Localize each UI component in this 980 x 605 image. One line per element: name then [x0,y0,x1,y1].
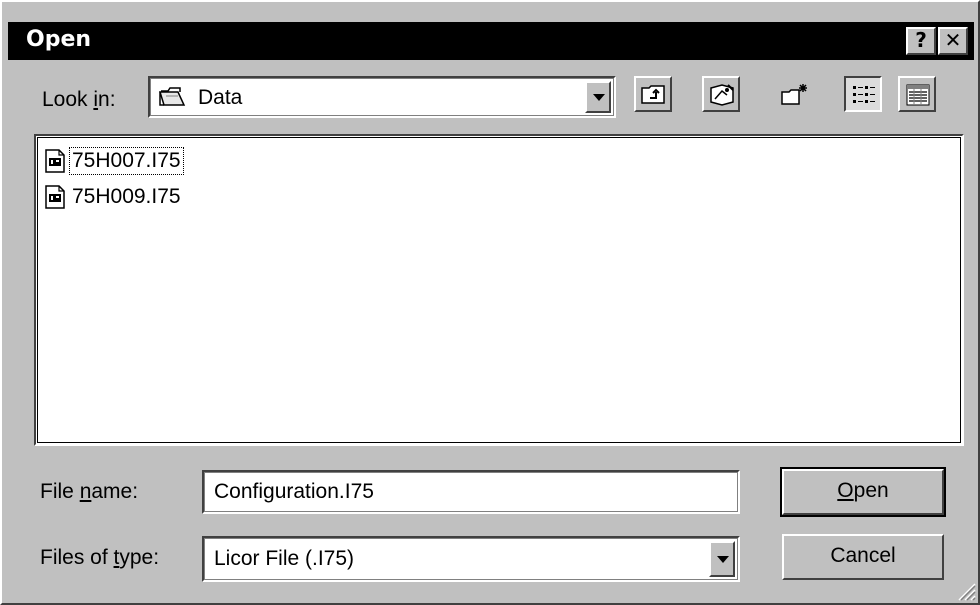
details-view-button[interactable] [898,76,936,112]
file-name-label: 75H007.I75 [69,147,184,175]
open-button[interactable]: Open [780,467,946,517]
list-view-icon [853,86,875,103]
desktop-button[interactable] [702,76,740,112]
title-bar[interactable]: Open ? ✕ [8,22,974,60]
create-new-folder-button[interactable] [774,76,812,112]
look-in-dropdown-button[interactable] [585,81,611,113]
look-in-label: Look in: [42,88,116,111]
file-item[interactable]: 75H009.I75 [44,182,183,212]
open-folder-icon [158,87,186,106]
close-button[interactable]: ✕ [938,27,968,55]
create-new-folder-icon [781,84,807,105]
files-of-type-label: Files of type: [40,546,160,569]
cancel-button[interactable]: Cancel [782,534,944,580]
up-one-level-button[interactable] [634,76,672,112]
file-name-input[interactable]: Configuration.I75 [202,470,740,514]
up-one-level-icon [641,85,665,104]
file-name-label: 75H009.I75 [72,185,181,208]
look-in-value: Data [198,86,243,109]
close-icon: ✕ [944,28,962,52]
help-icon: ? [915,28,927,52]
list-view-button[interactable] [844,76,882,112]
document-icon [45,149,65,173]
desktop-icon [710,84,734,106]
document-icon [45,185,65,209]
files-of-type-combo[interactable]: Licor File (.I75) [202,536,740,582]
file-item[interactable]: 75H007.I75 [44,146,184,176]
files-of-type-dropdown-button[interactable] [709,541,735,577]
open-dialog: Open ? ✕ Look in: Data 75H007.I75 75H009… [0,0,980,605]
help-button[interactable]: ? [906,27,936,55]
look-in-combo[interactable]: Data [148,76,616,118]
dialog-title: Open [26,27,92,52]
file-name-label-text: File name: [40,480,139,503]
files-of-type-value: Licor File (.I75) [214,547,355,570]
file-name-value: Configuration.I75 [214,480,374,503]
details-view-icon [906,84,930,106]
file-list[interactable]: 75H007.I75 75H009.I75 [34,134,964,446]
resize-grip-icon[interactable] [954,579,976,601]
